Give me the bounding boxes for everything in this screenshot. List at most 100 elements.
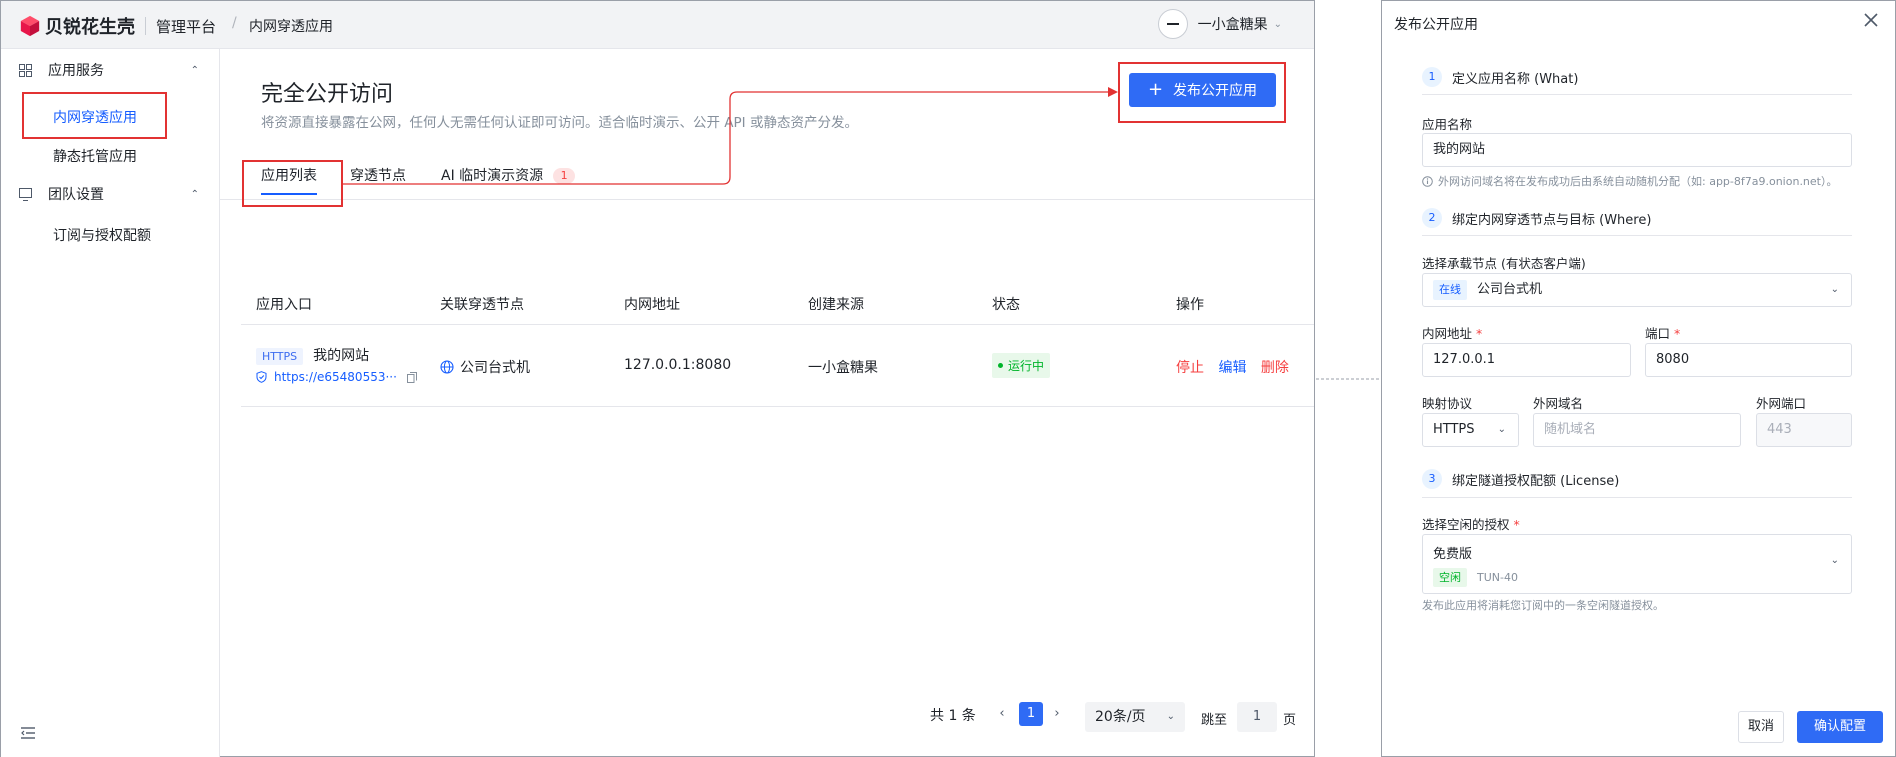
pagination-next-icon[interactable]: › (1045, 702, 1069, 726)
tab-ai-demo-label: AI 临时演示资源 (441, 168, 544, 184)
publish-app-button[interactable]: + 发布公开应用 (1129, 73, 1276, 107)
page-size-select[interactable]: 20条/页 ⌄ (1085, 702, 1185, 732)
required-mark: * (1476, 326, 1483, 341)
pagination-prev-icon[interactable]: ‹ (990, 702, 1014, 726)
license-select[interactable]: 免费版 空闲 TUN-40 ⌄ (1422, 534, 1852, 594)
step-number: 2 (1422, 208, 1442, 228)
license-hint: 发布此应用将消耗您订阅中的一条空闲隧道授权。 (1422, 599, 1664, 612)
sidebar-group-team-settings[interactable]: 团队设置 ⌃ (19, 184, 199, 204)
brand-name: 贝锐花生壳 (45, 17, 135, 38)
confirm-button[interactable]: 确认配置 (1797, 711, 1883, 743)
app-name-label: 应用名称 (1422, 117, 1473, 132)
sidebar-item-subscription[interactable]: 订阅与授权配额 (53, 225, 151, 245)
external-domain-label: 外网域名 (1533, 396, 1584, 411)
port-label: 端口 * (1645, 323, 1680, 342)
app-name-hint: 外网访问域名将在发布成功后由系统自动随机分配（如: app-8f7a9.onio… (1422, 173, 1838, 189)
actions-cell: 停止 编辑 删除 (1176, 357, 1299, 377)
step-2-header: 2 绑定内网穿透节点与目标 (Where) (1422, 208, 1852, 228)
jump-page-input[interactable]: 1 (1237, 702, 1277, 732)
page-description: 将资源直接暴露在公网，任何人无需任何认证即可访问。适合临时演示、公开 API 或… (261, 115, 858, 131)
edit-button[interactable]: 编辑 (1218, 360, 1246, 376)
column-header: 状态 (992, 297, 1020, 313)
app-url-link[interactable]: https://e65480553··· (274, 370, 397, 384)
external-port-label: 外网端口 (1756, 396, 1807, 411)
delete-button[interactable]: 删除 (1261, 360, 1289, 376)
sidebar-item-static-hosting[interactable]: 静态托管应用 (53, 146, 137, 166)
active-tab-indicator (261, 193, 317, 195)
close-icon[interactable] (1861, 10, 1881, 30)
stop-button[interactable]: 停止 (1176, 360, 1204, 376)
license-id: TUN-40 (1477, 571, 1518, 584)
tab-ai-demo[interactable]: AI 临时演示资源 1 (441, 165, 576, 185)
node-select-value: 公司台式机 (1477, 282, 1543, 297)
app-url-line: https://e65480553··· (256, 370, 417, 384)
user-menu[interactable]: 一小盒糖果 ⌄ (1157, 9, 1282, 39)
step-title: 定义应用名称 (What) (1452, 71, 1579, 87)
page-size-value: 20条/页 (1095, 709, 1146, 725)
jump-label: 跳至 (1201, 713, 1228, 728)
required-mark: * (1674, 326, 1681, 341)
publish-app-label: 发布公开应用 (1173, 83, 1258, 99)
cancel-button[interactable]: 取消 (1738, 711, 1784, 743)
avatar[interactable] (1157, 9, 1188, 39)
sidebar-group-label: 应用服务 (48, 63, 104, 79)
intranet-address-label: 内网地址 * (1422, 323, 1482, 342)
copy-icon[interactable] (406, 371, 417, 383)
license-label-text: 选择空闲的授权 (1422, 517, 1510, 532)
chevron-down-icon: ⌄ (1830, 284, 1839, 295)
sidebar-group-label: 团队设置 (48, 187, 104, 203)
external-domain-input[interactable]: 随机域名 (1533, 413, 1741, 447)
column-header: 应用入口 (256, 297, 312, 313)
publish-app-dialog: 发布公开应用 1 定义应用名称 (What) 应用名称 我的网站 外网访问域名将… (1381, 0, 1896, 757)
brand-divider (145, 17, 146, 35)
app-name-hint-text: 外网访问域名将在发布成功后由系统自动随机分配（如: app-8f7a9.onio… (1438, 175, 1838, 188)
column-header: 关联穿透节点 (440, 297, 524, 313)
plus-icon: + (1147, 79, 1164, 100)
step-1-header: 1 定义应用名称 (What) (1422, 67, 1852, 87)
intranet-address: 127.0.0.1:8080 (624, 357, 732, 373)
node-select[interactable]: 在线 公司台式机 ⌄ (1422, 273, 1852, 307)
brand-logo[interactable]: 贝锐花生壳 管理平台 (19, 13, 216, 39)
pagination-current-page[interactable]: 1 (1019, 702, 1043, 726)
shield-icon (256, 371, 267, 383)
chevron-up-icon: ⌃ (190, 64, 199, 76)
status-text: 运行中 (1008, 359, 1045, 373)
tab-app-list[interactable]: 应用列表 (261, 165, 317, 185)
license-name: 免费版 (1433, 547, 1473, 562)
chevron-down-icon: ⌄ (1830, 555, 1839, 566)
table-header: 应用入口 关联穿透节点 内网地址 创建来源 状态 操作 (241, 279, 1314, 325)
column-header: 内网地址 (624, 297, 680, 313)
tab-tunnel-nodes[interactable]: 穿透节点 (350, 165, 406, 185)
intranet-address-label-text: 内网地址 (1422, 326, 1473, 341)
step-number: 1 (1422, 67, 1442, 87)
sidebar-group-app-services[interactable]: 应用服务 ⌃ (19, 60, 199, 80)
port-input[interactable]: 8080 (1645, 343, 1852, 377)
node-name: 公司台式机 (460, 360, 530, 376)
main-content: 完全公开访问 将资源直接暴露在公网，任何人无需任何认证即可访问。适合临时演示、公… (220, 49, 1314, 757)
step-title: 绑定内网穿透节点与目标 (Where) (1452, 212, 1652, 228)
user-name: 一小盒糖果 (1197, 17, 1268, 33)
dialog-title: 发布公开应用 (1394, 17, 1478, 33)
protocol-select[interactable]: HTTPS ⌄ (1422, 413, 1519, 447)
app-window: 贝锐花生壳 管理平台 / 内网穿透应用 一小盒糖果 ⌄ 应用服务 ⌃ 内网穿透应… (0, 0, 1315, 757)
step-number: 3 (1422, 469, 1442, 489)
intranet-address-input[interactable]: 127.0.0.1 (1422, 343, 1631, 377)
chevron-up-icon: ⌃ (190, 188, 199, 200)
chevron-down-icon: ⌄ (1497, 424, 1506, 435)
external-port-input[interactable]: 443 (1756, 413, 1852, 447)
pagination-total: 共 1 条 (930, 708, 976, 724)
protocol-tag: HTTPS (256, 348, 304, 365)
top-bar: 贝锐花生壳 管理平台 / 内网穿透应用 一小盒糖果 ⌄ (1, 1, 1314, 49)
license-meta: 空闲 TUN-40 (1433, 568, 1851, 587)
node-cell: 公司台式机 (440, 357, 530, 377)
step-divider (1422, 94, 1852, 95)
app-name: 我的网站 (313, 348, 370, 364)
app-name-input[interactable]: 我的网站 (1422, 133, 1852, 167)
step-3-header: 3 绑定隧道授权配额 (License) (1422, 469, 1852, 489)
collapse-menu-icon[interactable] (21, 727, 35, 739)
cube-logo-icon (20, 15, 40, 37)
column-header: 操作 (1176, 297, 1204, 313)
node-online-tag: 在线 (1433, 280, 1467, 300)
sidebar-item-intranet-apps[interactable]: 内网穿透应用 (53, 107, 137, 127)
chevron-down-icon: ⌄ (1166, 711, 1175, 722)
